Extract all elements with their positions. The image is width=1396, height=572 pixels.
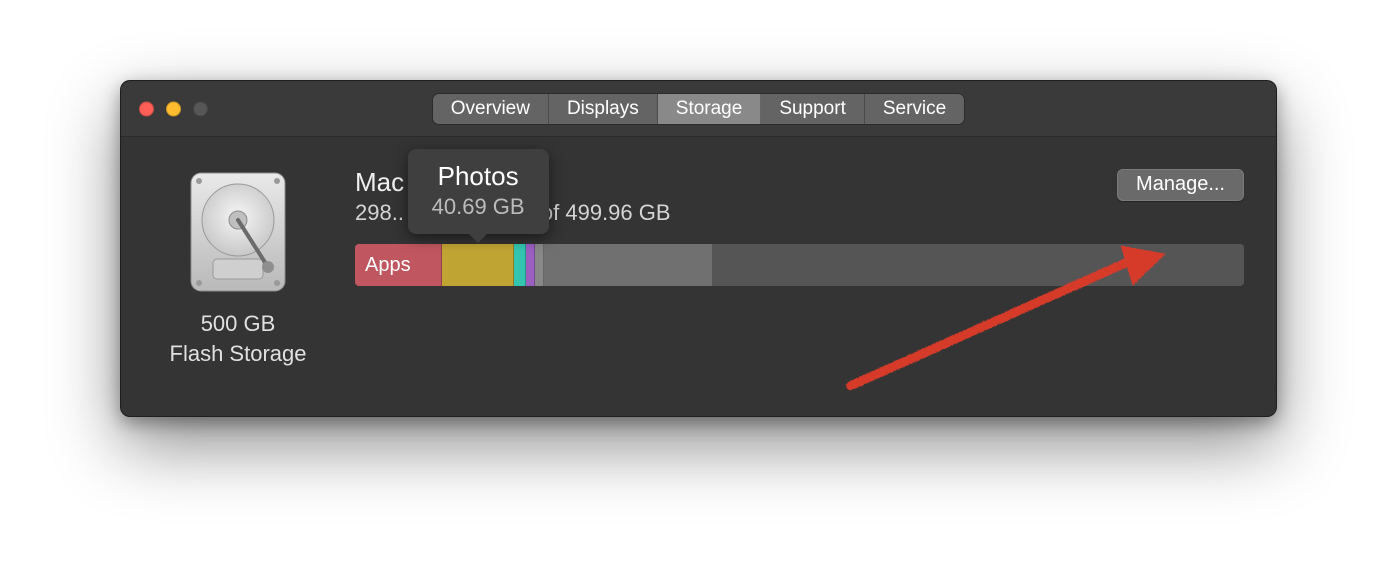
volume-name: Mac xyxy=(355,167,671,198)
storage-segment-other3[interactable] xyxy=(535,244,544,286)
storage-segment-system[interactable] xyxy=(544,244,713,286)
storage-segment-other2[interactable] xyxy=(526,244,536,286)
main-panel: Mac 298.. GB available of 499.96 GB Mana… xyxy=(355,167,1244,396)
storage-segment-other1[interactable] xyxy=(514,244,526,286)
minimize-window-button[interactable] xyxy=(166,101,181,116)
tab-overview[interactable]: Overview xyxy=(433,94,549,124)
tab-support[interactable]: Support xyxy=(761,94,865,124)
tab-bar: Overview Displays Storage Support Servic… xyxy=(433,94,964,124)
tab-service[interactable]: Service xyxy=(865,94,964,124)
tab-displays[interactable]: Displays xyxy=(549,94,658,124)
disk-panel: 500 GB Flash Storage xyxy=(153,167,323,396)
disk-caption: 500 GB Flash Storage xyxy=(153,309,323,368)
storage-segment-photos[interactable] xyxy=(442,244,514,286)
content-area: 500 GB Flash Storage Mac 298.. GB availa… xyxy=(121,137,1276,416)
titlebar: Overview Displays Storage Support Servic… xyxy=(121,81,1276,137)
close-window-button[interactable] xyxy=(139,101,154,116)
tab-storage[interactable]: Storage xyxy=(658,94,762,124)
internal-disk-icon xyxy=(173,167,303,297)
zoom-window-button[interactable] xyxy=(193,101,208,116)
window-controls xyxy=(139,101,208,116)
manage-button[interactable]: Manage... xyxy=(1117,169,1244,201)
available-space-label: 298.. GB available of 499.96 GB xyxy=(355,200,671,226)
storage-segment-label: Apps xyxy=(365,254,411,277)
storage-segment-apps[interactable]: Apps xyxy=(355,244,442,286)
disk-capacity-label: 500 GB xyxy=(153,309,323,339)
storage-usage-bar[interactable]: Apps xyxy=(355,244,1244,286)
disk-type-label: Flash Storage xyxy=(153,339,323,369)
about-mac-storage-window: Overview Displays Storage Support Servic… xyxy=(120,80,1277,417)
storage-segment-free[interactable] xyxy=(713,244,1244,286)
